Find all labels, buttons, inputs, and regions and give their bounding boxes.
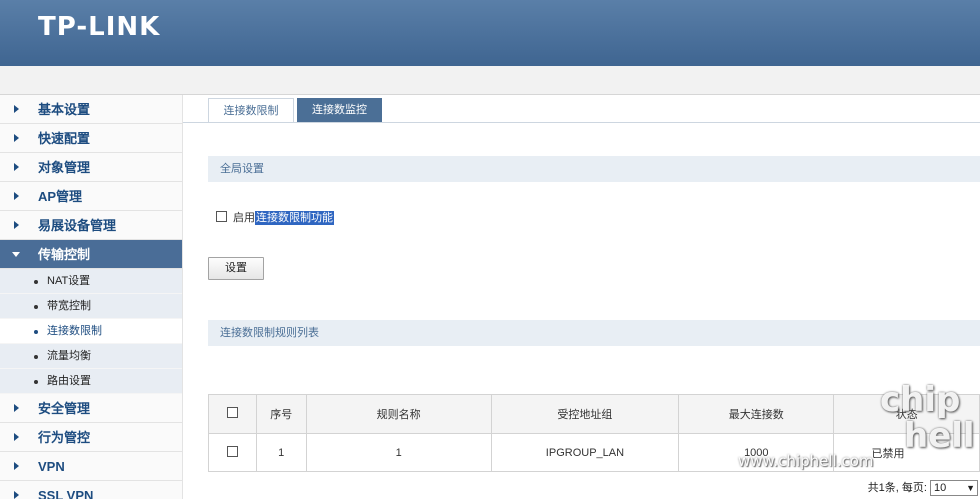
sidebar-item-behavior-control[interactable]: 行为管控	[0, 423, 182, 452]
caret-down-icon	[12, 252, 20, 257]
tab-connection-limit[interactable]: 连接数限制	[208, 98, 294, 123]
sidebar-item-quick-config[interactable]: 快速配置	[0, 124, 182, 153]
row-select-cell	[208, 433, 257, 472]
enable-row: 启用连接数限制功能	[216, 209, 334, 227]
row-address-group: IPGROUP_LAN	[490, 433, 680, 472]
sidebar-item-device-management[interactable]: 易展设备管理	[0, 211, 182, 240]
row-index: 1	[255, 433, 307, 472]
sidebar-item-transmission-control[interactable]: 传输控制	[0, 240, 182, 269]
header: TP-LINK	[0, 0, 980, 66]
sidebar-subitem-bandwidth[interactable]: 带宽控制	[0, 294, 182, 319]
sidebar-item-vpn[interactable]: VPN	[0, 452, 182, 481]
sidebar-item-ssl-vpn[interactable]: SSL VPN	[0, 481, 182, 499]
col-index: 序号	[255, 394, 307, 434]
chiphell-logo-watermark: chip hell	[880, 380, 980, 475]
col-address-group: 受控地址组	[490, 394, 680, 434]
sidebar: 基本设置 快速配置 对象管理 AP管理 易展设备管理 传输控制 NAT设置 带宽…	[0, 95, 183, 499]
sidebar-item-security[interactable]: 安全管理	[0, 394, 182, 423]
sidebar-item-basic-settings[interactable]: 基本设置	[0, 95, 182, 124]
tab-connection-monitor[interactable]: 连接数监控	[297, 98, 382, 123]
caret-right-icon	[14, 404, 19, 412]
section-rules-list: 连接数限制规则列表	[208, 320, 980, 346]
total-count: 共1条,	[867, 482, 899, 494]
sidebar-subitem-routing[interactable]: 路由设置	[0, 369, 182, 394]
select-all-cell	[208, 394, 257, 434]
sidebar-subitem-nat[interactable]: NAT设置	[0, 269, 182, 294]
per-page-select[interactable]: 10	[930, 480, 978, 496]
sidebar-subitem-connection-limit[interactable]: 连接数限制	[0, 319, 182, 344]
settings-button[interactable]: 设置	[208, 257, 264, 280]
enable-prefix: 启用	[233, 212, 255, 224]
caret-right-icon	[14, 163, 19, 171]
sidebar-item-ap-management[interactable]: AP管理	[0, 182, 182, 211]
caret-right-icon	[14, 134, 19, 142]
caret-right-icon	[14, 491, 19, 499]
top-bar	[0, 66, 980, 95]
select-all-checkbox[interactable]	[226, 407, 238, 418]
table-header-row: 序号 规则名称 受控地址组 最大连接数 状态	[208, 394, 980, 434]
enable-label: 连接数限制功能	[255, 211, 334, 225]
watermark-text: www.chiphell.com	[738, 452, 874, 470]
sidebar-item-object-management[interactable]: 对象管理	[0, 153, 182, 182]
caret-right-icon	[14, 433, 19, 441]
col-rule-name: 规则名称	[305, 394, 492, 434]
sidebar-subitem-load-balance[interactable]: 流量均衡	[0, 344, 182, 369]
pagination: 共1条, 每页: 10	[868, 480, 978, 496]
tp-link-logo: TP-LINK	[38, 12, 161, 42]
logo-word-hell: hell	[904, 416, 975, 456]
caret-right-icon	[14, 462, 19, 470]
caret-right-icon	[14, 221, 19, 229]
caret-right-icon	[14, 192, 19, 200]
tab-divider	[183, 122, 980, 123]
row-checkbox[interactable]	[226, 445, 238, 457]
section-global-settings: 全局设置	[208, 156, 980, 182]
caret-right-icon	[14, 105, 19, 113]
per-page-label: 每页:	[901, 482, 927, 494]
col-max-connections: 最大连接数	[678, 394, 835, 434]
row-rule-name: 1	[305, 433, 492, 472]
enable-checkbox[interactable]	[216, 211, 227, 222]
logo-word-chip: chip	[880, 380, 961, 420]
